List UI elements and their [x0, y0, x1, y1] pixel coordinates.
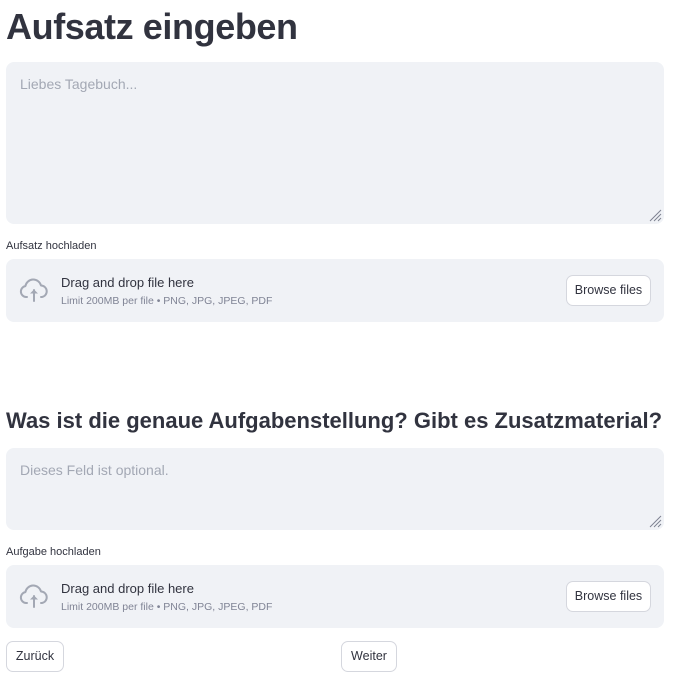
- task-section-title: Was ist die genaue Aufgabenstellung? Gib…: [6, 408, 663, 433]
- task-file-dropzone[interactable]: Drag and drop file here Limit 200MB per …: [6, 565, 664, 628]
- essay-textarea[interactable]: [6, 62, 664, 224]
- dropzone-title: Drag and drop file here: [61, 275, 194, 290]
- cloud-upload-icon: [19, 278, 48, 302]
- dropzone-hint: Limit 200MB per file • PNG, JPG, JPEG, P…: [61, 601, 273, 613]
- task-upload-label: Aufgabe hochladen: [6, 546, 101, 558]
- resize-handle-icon[interactable]: [648, 208, 662, 222]
- essay-textarea-container: [6, 62, 664, 224]
- essay-upload-label: Aufsatz hochladen: [6, 240, 97, 252]
- task-textarea-container: [6, 448, 664, 530]
- next-button[interactable]: Weiter: [341, 641, 397, 672]
- resize-handle-icon[interactable]: [648, 514, 662, 528]
- back-button[interactable]: Zurück: [6, 641, 64, 672]
- page-title: Aufsatz eingeben: [6, 6, 298, 47]
- essay-browse-files-button[interactable]: Browse files: [566, 275, 651, 306]
- cloud-upload-icon: [19, 584, 48, 608]
- task-textarea[interactable]: [6, 448, 664, 530]
- dropzone-title: Drag and drop file here: [61, 581, 194, 596]
- dropzone-hint: Limit 200MB per file • PNG, JPG, JPEG, P…: [61, 295, 273, 307]
- essay-file-dropzone[interactable]: Drag and drop file here Limit 200MB per …: [6, 259, 664, 322]
- task-browse-files-button[interactable]: Browse files: [566, 581, 651, 612]
